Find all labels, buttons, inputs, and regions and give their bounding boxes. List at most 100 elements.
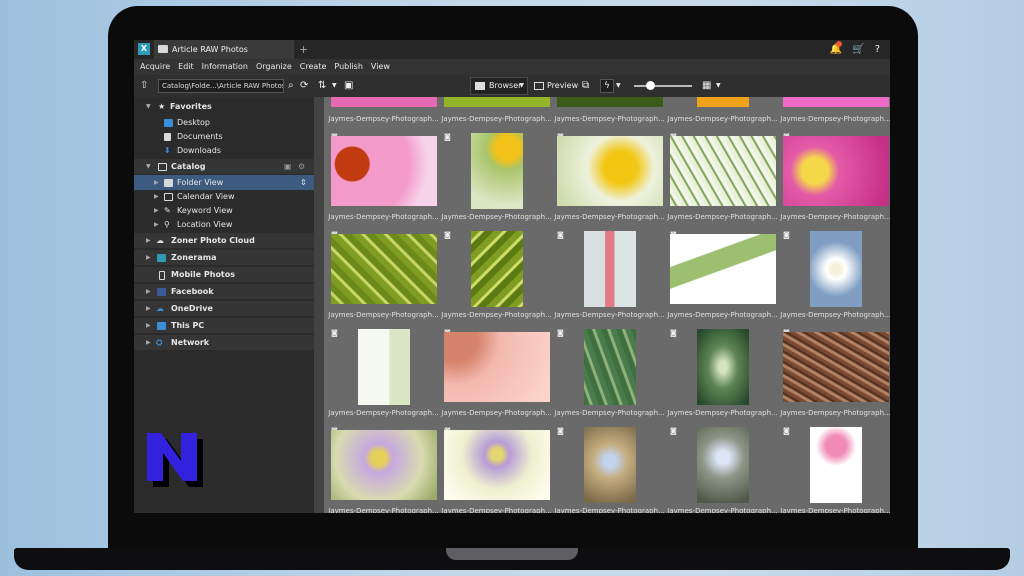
thumbnail-image[interactable] bbox=[444, 97, 550, 107]
thumbnail-cell[interactable]: ◙Jaymes-Dempsey-Photograph... bbox=[440, 424, 553, 513]
thumbnail-image[interactable] bbox=[471, 231, 523, 307]
sidebar-item-documents[interactable]: Documents bbox=[134, 129, 314, 144]
menu-edit[interactable]: Edit bbox=[178, 59, 194, 75]
sidebar-item-calendar-view[interactable]: ▶ Calendar View bbox=[134, 189, 314, 204]
thumbnail-cell[interactable]: ◙Jaymes-Dempsey-Photograph... bbox=[666, 130, 779, 228]
thumbnail-image[interactable] bbox=[444, 332, 550, 402]
thumbnail-caption: Jaymes-Dempsey-Photograph... bbox=[554, 507, 665, 513]
help-button[interactable]: ? bbox=[875, 44, 880, 55]
add-folder-icon[interactable]: ▣ bbox=[284, 159, 292, 174]
thumbnail-image[interactable] bbox=[557, 136, 663, 206]
sidebar-item-location-view[interactable]: ▶ ⚲ Location View bbox=[134, 217, 314, 232]
thumbnail-image[interactable] bbox=[331, 234, 437, 304]
flash-icon[interactable]: ϟ bbox=[600, 79, 614, 93]
thumbnail-cell[interactable]: ◙Jaymes-Dempsey-Photograph... bbox=[779, 326, 890, 424]
thumbnail-size-slider[interactable] bbox=[634, 85, 692, 87]
sidebar-item-this-pc[interactable]: ▶ This PC bbox=[134, 318, 314, 333]
sidebar-item-zonerama[interactable]: ▶ Zonerama bbox=[134, 250, 314, 265]
thumbnail-cell[interactable]: ◙Jaymes-Dempsey-Photograph... bbox=[440, 130, 553, 228]
sort-icon[interactable]: ⇅ bbox=[318, 79, 326, 93]
thumbnail-cell[interactable]: ◙Jaymes-Dempsey-Photograph... bbox=[553, 326, 666, 424]
thumbnail-cell[interactable]: ◙Jaymes-Dempsey-Photograph... bbox=[553, 228, 666, 326]
sort-dropdown-icon[interactable]: ▼ bbox=[332, 79, 337, 93]
sidebar-item-desktop[interactable]: Desktop bbox=[134, 115, 314, 130]
camera-raw-icon: ◙ bbox=[557, 231, 564, 239]
thumbnail-cell[interactable]: ◙Jaymes-Dempsey-Photograph... bbox=[553, 130, 666, 228]
network-label: Network bbox=[171, 338, 210, 347]
notification-bell-icon[interactable]: 🔔 bbox=[830, 41, 842, 55]
thumbnail-cell[interactable]: ◙Jaymes-Dempsey-Photograph... bbox=[553, 424, 666, 513]
thumbnail-image[interactable] bbox=[331, 430, 437, 500]
expand-icon: ▼ bbox=[146, 163, 151, 170]
gear-icon[interactable]: ⚙ bbox=[298, 159, 305, 174]
sidebar-item-downloads[interactable]: ⬇ Downloads bbox=[134, 143, 314, 158]
thumbnail-image[interactable] bbox=[444, 430, 550, 500]
thumbnail-image[interactable] bbox=[783, 332, 889, 402]
grid-view-icon[interactable]: ▦ bbox=[702, 79, 711, 93]
thumbnail-cell[interactable]: ◙Jaymes-Dempsey-Photograph... bbox=[666, 424, 779, 513]
thumbnail-cell[interactable]: ◙Jaymes-Dempsey-Photograph... bbox=[779, 228, 890, 326]
thumbnail-cell[interactable]: ◙Jaymes-Dempsey-Photograph... bbox=[327, 228, 440, 326]
thumbnail-image[interactable] bbox=[331, 97, 437, 107]
thumbnail-cell[interactable]: ◙Jaymes-Dempsey-Photograph... bbox=[327, 424, 440, 513]
thumbnail-image[interactable] bbox=[697, 427, 749, 503]
menu-information[interactable]: Information bbox=[202, 59, 248, 75]
thumbnail-cell[interactable]: ◙Jaymes-Dempsey-Photograph... bbox=[440, 228, 553, 326]
thumbnail-image[interactable] bbox=[810, 427, 862, 503]
sidebar-item-zoner-photo-cloud[interactable]: ▶ ☁ Zoner Photo Cloud bbox=[134, 233, 314, 248]
menu-acquire[interactable]: Acquire bbox=[140, 59, 170, 75]
sort-updown-icon[interactable]: ⇕ bbox=[300, 175, 307, 190]
new-tab-button[interactable]: + bbox=[299, 40, 308, 59]
thumbnail-caption: Jaymes-Dempsey-Photograph... bbox=[554, 115, 665, 123]
thumbnail-cell[interactable]: ◙Jaymes-Dempsey-Photograph... bbox=[666, 228, 779, 326]
thumbnail-cell[interactable]: ◙Jaymes-Dempsey-Photograph... bbox=[666, 326, 779, 424]
sidebar-item-facebook[interactable]: ▶ Facebook bbox=[134, 284, 314, 299]
menu-organize[interactable]: Organize bbox=[256, 59, 292, 75]
refresh-icon[interactable]: ⟳ bbox=[300, 79, 308, 93]
favorites-header[interactable]: ▼ ★ Favorites bbox=[134, 99, 314, 114]
sidebar-item-keyword-view[interactable]: ▶ ✎ Keyword View bbox=[134, 203, 314, 218]
sidebar-item-onedrive[interactable]: ▶ ☁ OneDrive bbox=[134, 301, 314, 316]
thumbnail-image[interactable] bbox=[783, 97, 889, 107]
external-window-icon[interactable]: ⧉ bbox=[582, 79, 589, 93]
thumbnail-image[interactable] bbox=[783, 136, 889, 206]
thumbnail-image[interactable] bbox=[697, 329, 749, 405]
menu-create[interactable]: Create bbox=[300, 59, 327, 75]
thumbnail-cell[interactable]: ◙Jaymes-Dempsey-Photograph... bbox=[779, 130, 890, 228]
cart-icon[interactable]: 🛒 bbox=[852, 44, 864, 55]
thumbnail-cell[interactable]: ◙Jaymes-Dempsey-Photograph... bbox=[327, 130, 440, 228]
thumbnail-image[interactable] bbox=[471, 133, 523, 209]
flash-dropdown-icon[interactable]: ▼ bbox=[616, 79, 621, 93]
sidebar-item-folder-view[interactable]: ▶ Folder View ⇕ bbox=[134, 175, 314, 190]
thumbnail-image[interactable] bbox=[697, 97, 749, 107]
folder-up-icon[interactable]: ⇧ bbox=[140, 79, 148, 93]
menu-publish[interactable]: Publish bbox=[334, 59, 363, 75]
thumbnail-image[interactable] bbox=[584, 231, 636, 307]
menu-view[interactable]: View bbox=[371, 59, 390, 75]
thumbnail-image[interactable] bbox=[331, 136, 437, 206]
browser-button[interactable]: Browser ▼ bbox=[470, 77, 528, 95]
preview-button[interactable]: Preview bbox=[532, 77, 578, 95]
slider-handle[interactable] bbox=[646, 81, 655, 90]
thumbnail-cell[interactable]: ◙Jaymes-Dempsey-Photograph... bbox=[327, 326, 440, 424]
location-pin-icon: ⚲ bbox=[164, 220, 170, 229]
download-arrow-icon: ⬇ bbox=[164, 146, 171, 155]
thumbnail-image[interactable] bbox=[810, 231, 862, 307]
laptop-notch bbox=[446, 548, 578, 560]
thumbnail-image[interactable] bbox=[584, 427, 636, 503]
thumbnail-image[interactable] bbox=[557, 97, 663, 107]
search-icon[interactable]: ⌕ bbox=[288, 79, 294, 93]
path-field[interactable]: Catalog\Folde...\Article RAW Photos bbox=[158, 79, 284, 93]
thumbnail-image[interactable] bbox=[670, 234, 776, 304]
thumbnail-image[interactable] bbox=[670, 136, 776, 206]
sidebar-item-network[interactable]: ▶ ⛭ Network bbox=[134, 335, 314, 350]
catalog-header[interactable]: ▼ Catalog ▣ ⚙ bbox=[134, 159, 314, 174]
thumbnail-cell[interactable]: ◙Jaymes-Dempsey-Photograph... bbox=[440, 326, 553, 424]
thumbnail-image[interactable] bbox=[358, 329, 410, 405]
thumbnail-cell[interactable]: ◙Jaymes-Dempsey-Photograph... bbox=[779, 424, 890, 513]
view-dropdown-icon[interactable]: ▼ bbox=[716, 79, 721, 93]
sidebar-item-mobile-photos[interactable]: Mobile Photos bbox=[134, 267, 314, 282]
new-folder-icon[interactable]: ▣ bbox=[344, 79, 353, 93]
tab-article-raw-photos[interactable]: Article RAW Photos bbox=[154, 40, 294, 59]
thumbnail-image[interactable] bbox=[584, 329, 636, 405]
